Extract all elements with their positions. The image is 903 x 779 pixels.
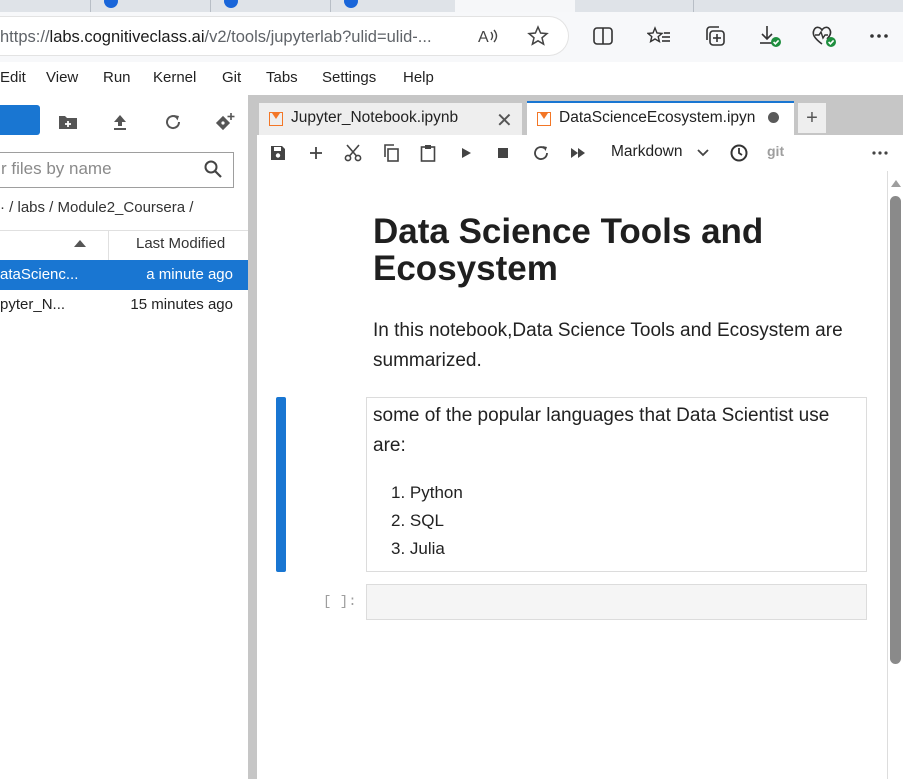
url-text[interactable]: https://labs.cognitiveclass.ai/v2/tools/… <box>0 28 432 47</box>
scrollbar-thumb[interactable] <box>890 196 901 664</box>
menu-settings[interactable]: Settings <box>322 69 376 86</box>
tab-label: DataScienceEcosystem.ipyn <box>559 109 756 126</box>
browser-tab-active[interactable] <box>455 0 575 12</box>
column-last-modified[interactable]: Last Modified <box>136 235 225 252</box>
clock-icon[interactable] <box>728 143 750 163</box>
url-prefix: https:// <box>0 28 50 46</box>
file-modified: a minute ago <box>146 266 233 283</box>
list-item: 1. Python <box>391 483 463 502</box>
list-item: 2. SQL <box>391 511 444 530</box>
file-filter-input[interactable] <box>1 153 197 185</box>
split-screen-icon[interactable] <box>588 22 618 50</box>
unsaved-indicator-icon[interactable] <box>768 112 779 123</box>
file-filter-box <box>0 152 234 188</box>
new-launcher-button[interactable] <box>0 105 40 135</box>
browser-tab[interactable] <box>210 0 331 12</box>
stop-kernel-icon[interactable] <box>492 143 514 163</box>
cut-icon[interactable] <box>342 143 364 163</box>
save-icon[interactable] <box>267 143 289 163</box>
copy-icon[interactable] <box>380 143 402 163</box>
languages-intro-text: some of the popular languages that Data … <box>373 405 830 456</box>
notebook-icon <box>537 112 551 126</box>
jupyter-menu-bar <box>0 62 903 96</box>
menu-help[interactable]: Help <box>403 69 434 86</box>
git-clone-icon[interactable] <box>211 110 237 134</box>
close-tab-icon[interactable]: ✕ <box>496 108 513 133</box>
browser-tab[interactable] <box>90 0 211 12</box>
chevron-down-icon[interactable] <box>692 143 714 163</box>
intro-paragraph: In this notebook,Data Science Tools and … <box>373 320 843 371</box>
file-name: ataScienc... <box>0 266 79 283</box>
file-name: pyter_N... <box>0 296 66 313</box>
code-cell-prompt: [ ]: <box>323 594 357 610</box>
new-folder-icon[interactable] <box>55 110 81 134</box>
tab-favicon-icon <box>344 0 358 8</box>
menu-kernel[interactable]: Kernel <box>153 69 196 86</box>
column-divider[interactable] <box>108 230 109 260</box>
browser-essentials-icon[interactable] <box>809 22 839 50</box>
upload-icon[interactable] <box>107 110 133 134</box>
menu-edit[interactable]: Edit <box>0 69 26 86</box>
restart-run-all-icon[interactable] <box>567 143 589 163</box>
menu-tabs[interactable]: Tabs <box>266 69 298 86</box>
url-host: labs.cognitiveclass.ai <box>49 28 205 46</box>
panel-splitter[interactable] <box>248 95 257 779</box>
paste-icon[interactable] <box>417 143 439 163</box>
browser-tab[interactable] <box>0 0 91 12</box>
tab-label: Jupyter_Notebook.ipynb <box>291 109 459 126</box>
file-row[interactable]: pyter_N... 15 minutes ago <box>0 290 248 320</box>
list-item: 3. Julia <box>391 539 445 558</box>
favorite-star-icon[interactable] <box>523 22 553 50</box>
notebook-title-heading: Data Science Tools and Ecosystem <box>373 212 764 288</box>
read-aloud-icon[interactable]: A <box>473 22 503 50</box>
svg-text:A: A <box>478 29 489 46</box>
new-tab-button[interactable]: + <box>798 103 826 133</box>
browser-tab[interactable] <box>575 0 694 12</box>
collections-icon[interactable] <box>700 22 730 50</box>
menu-run[interactable]: Run <box>103 69 131 86</box>
file-modified: 15 minutes ago <box>130 296 233 313</box>
more-menu-icon[interactable] <box>864 22 894 50</box>
git-label[interactable]: git <box>767 143 784 159</box>
file-row-selected[interactable]: ataScienc... a minute ago <box>0 260 248 290</box>
downloads-icon[interactable] <box>755 22 785 50</box>
sort-ascending-icon[interactable] <box>74 240 86 247</box>
scroll-up-arrow-icon[interactable] <box>891 180 901 187</box>
active-cell-indicator[interactable] <box>276 397 286 572</box>
run-cell-icon[interactable] <box>455 143 477 163</box>
url-path: /v2/tools/jupyterlab?ulid=ulid-... <box>204 28 432 46</box>
tab-jupyter-notebook[interactable]: Jupyter_Notebook.ipynb <box>259 103 522 135</box>
insert-cell-icon[interactable] <box>305 143 327 163</box>
toolbar-more-icon[interactable] <box>869 143 891 163</box>
favorites-list-icon[interactable] <box>644 22 674 50</box>
search-icon[interactable] <box>204 160 222 183</box>
file-browser-panel <box>0 95 249 779</box>
browser-tab-strip <box>0 0 903 12</box>
notebook-icon <box>269 112 283 126</box>
restart-kernel-icon[interactable] <box>530 143 552 163</box>
cell-type-dropdown[interactable]: Markdown <box>611 143 683 161</box>
menu-git[interactable]: Git <box>222 69 241 86</box>
breadcrumb[interactable]: · / labs / Module2_Coursera / <box>0 199 193 216</box>
refresh-icon[interactable] <box>160 110 186 134</box>
code-cell-input[interactable] <box>366 584 867 620</box>
tab-data-science-ecosystem[interactable]: DataScienceEcosystem.ipyn <box>527 101 794 137</box>
menu-view[interactable]: View <box>46 69 78 86</box>
